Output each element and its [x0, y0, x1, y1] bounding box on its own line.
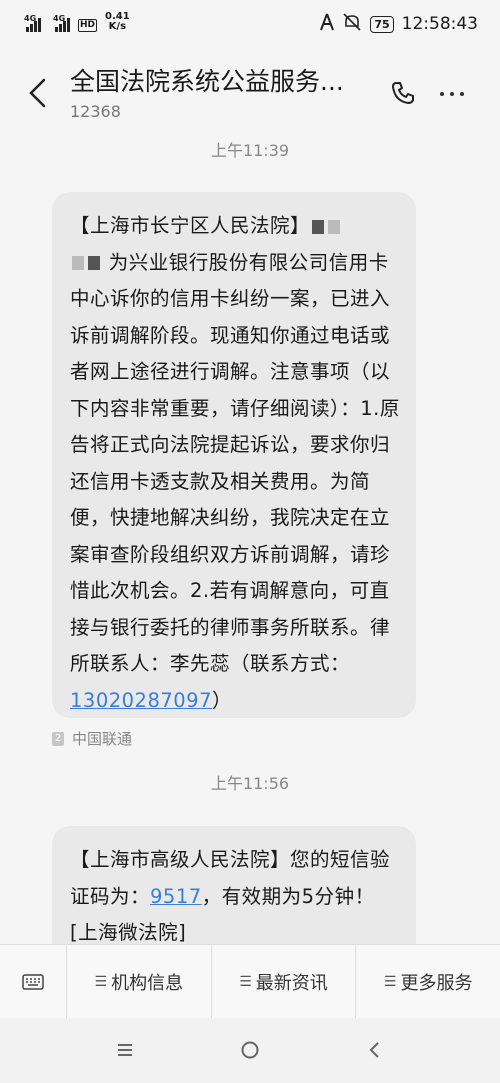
menu-more-services[interactable]: ☰ 更多服务: [356, 945, 500, 1019]
message-text: 【上海市长宁区人民法院】: [70, 214, 311, 237]
menu-latest-news[interactable]: ☰ 最新资讯: [212, 945, 357, 1019]
conversation-title: 全国法院系统公益服务...: [70, 67, 344, 96]
system-nav-bar: [0, 1018, 500, 1083]
message-timestamp: 上午11:56: [210, 774, 290, 793]
more-dots-icon[interactable]: [440, 92, 464, 96]
message-timestamp: 上午11:39: [210, 141, 290, 160]
home-icon[interactable]: [238, 1038, 262, 1062]
phone-icon[interactable]: [390, 80, 416, 106]
menu-lines-icon: ☰: [94, 974, 108, 990]
redacted-block: [88, 256, 100, 270]
menu-institution-info[interactable]: ☰ 机构信息: [67, 945, 212, 1019]
status-right: 75 12:58:43: [320, 12, 478, 36]
network-type: 4G: [53, 14, 66, 23]
message-text: ）: [211, 688, 232, 712]
code-link[interactable]: 9517: [150, 885, 202, 908]
carrier-name: 中国联通: [72, 730, 133, 748]
menu-lines-icon: ☰: [383, 974, 397, 990]
service-menu-bar: ☰ 机构信息 ☰ 最新资讯 ☰ 更多服务: [0, 944, 500, 1019]
network-speed: 0.41 K/s: [105, 12, 130, 32]
message-text: 为兴业银行股份有限公司信用卡中心诉你的信用卡纠纷一案，已进入诉前调解阶段。现通知…: [70, 250, 400, 676]
battery-icon: 75: [370, 15, 394, 33]
signal-icon: 4G: [24, 14, 41, 32]
signal-icon: 4G: [53, 14, 70, 32]
alarm-icon: [320, 13, 335, 35]
menu-label: 机构信息: [111, 973, 184, 994]
sender-number: 12368: [70, 102, 121, 121]
chevron-left-icon[interactable]: [26, 78, 50, 108]
sim-icon: 2: [52, 731, 64, 746]
mute-icon: [342, 12, 362, 36]
redacted-block: [72, 256, 84, 270]
network-type: 4G: [24, 14, 37, 23]
keyboard-icon[interactable]: [0, 945, 67, 1019]
back-icon[interactable]: [363, 1038, 387, 1062]
redacted-block: [328, 219, 341, 234]
phone-link[interactable]: 13020287097: [70, 689, 212, 712]
sim-indicator: 2 中国联通: [52, 728, 132, 749]
status-left: 4G 4G HD 0.41 K/s: [24, 12, 130, 32]
menu-lines-icon: ☰: [239, 974, 252, 990]
redacted-block: [312, 219, 325, 234]
clock: 12:58:43: [401, 14, 478, 34]
menu-icon[interactable]: [113, 1038, 137, 1062]
status-bar: 4G 4G HD 0.41 K/s 75 12:58:43: [0, 0, 500, 50]
menu-label: 更多服务: [400, 973, 473, 994]
message-bubble[interactable]: 【上海市长宁区人民法院】 为兴业银行股份有限公司信用卡中心诉你的信用卡纠纷一案，…: [52, 192, 416, 718]
menu-label: 最新资讯: [255, 973, 328, 994]
hd-icon: HD: [78, 19, 98, 32]
speed-unit: K/s: [108, 21, 127, 32]
